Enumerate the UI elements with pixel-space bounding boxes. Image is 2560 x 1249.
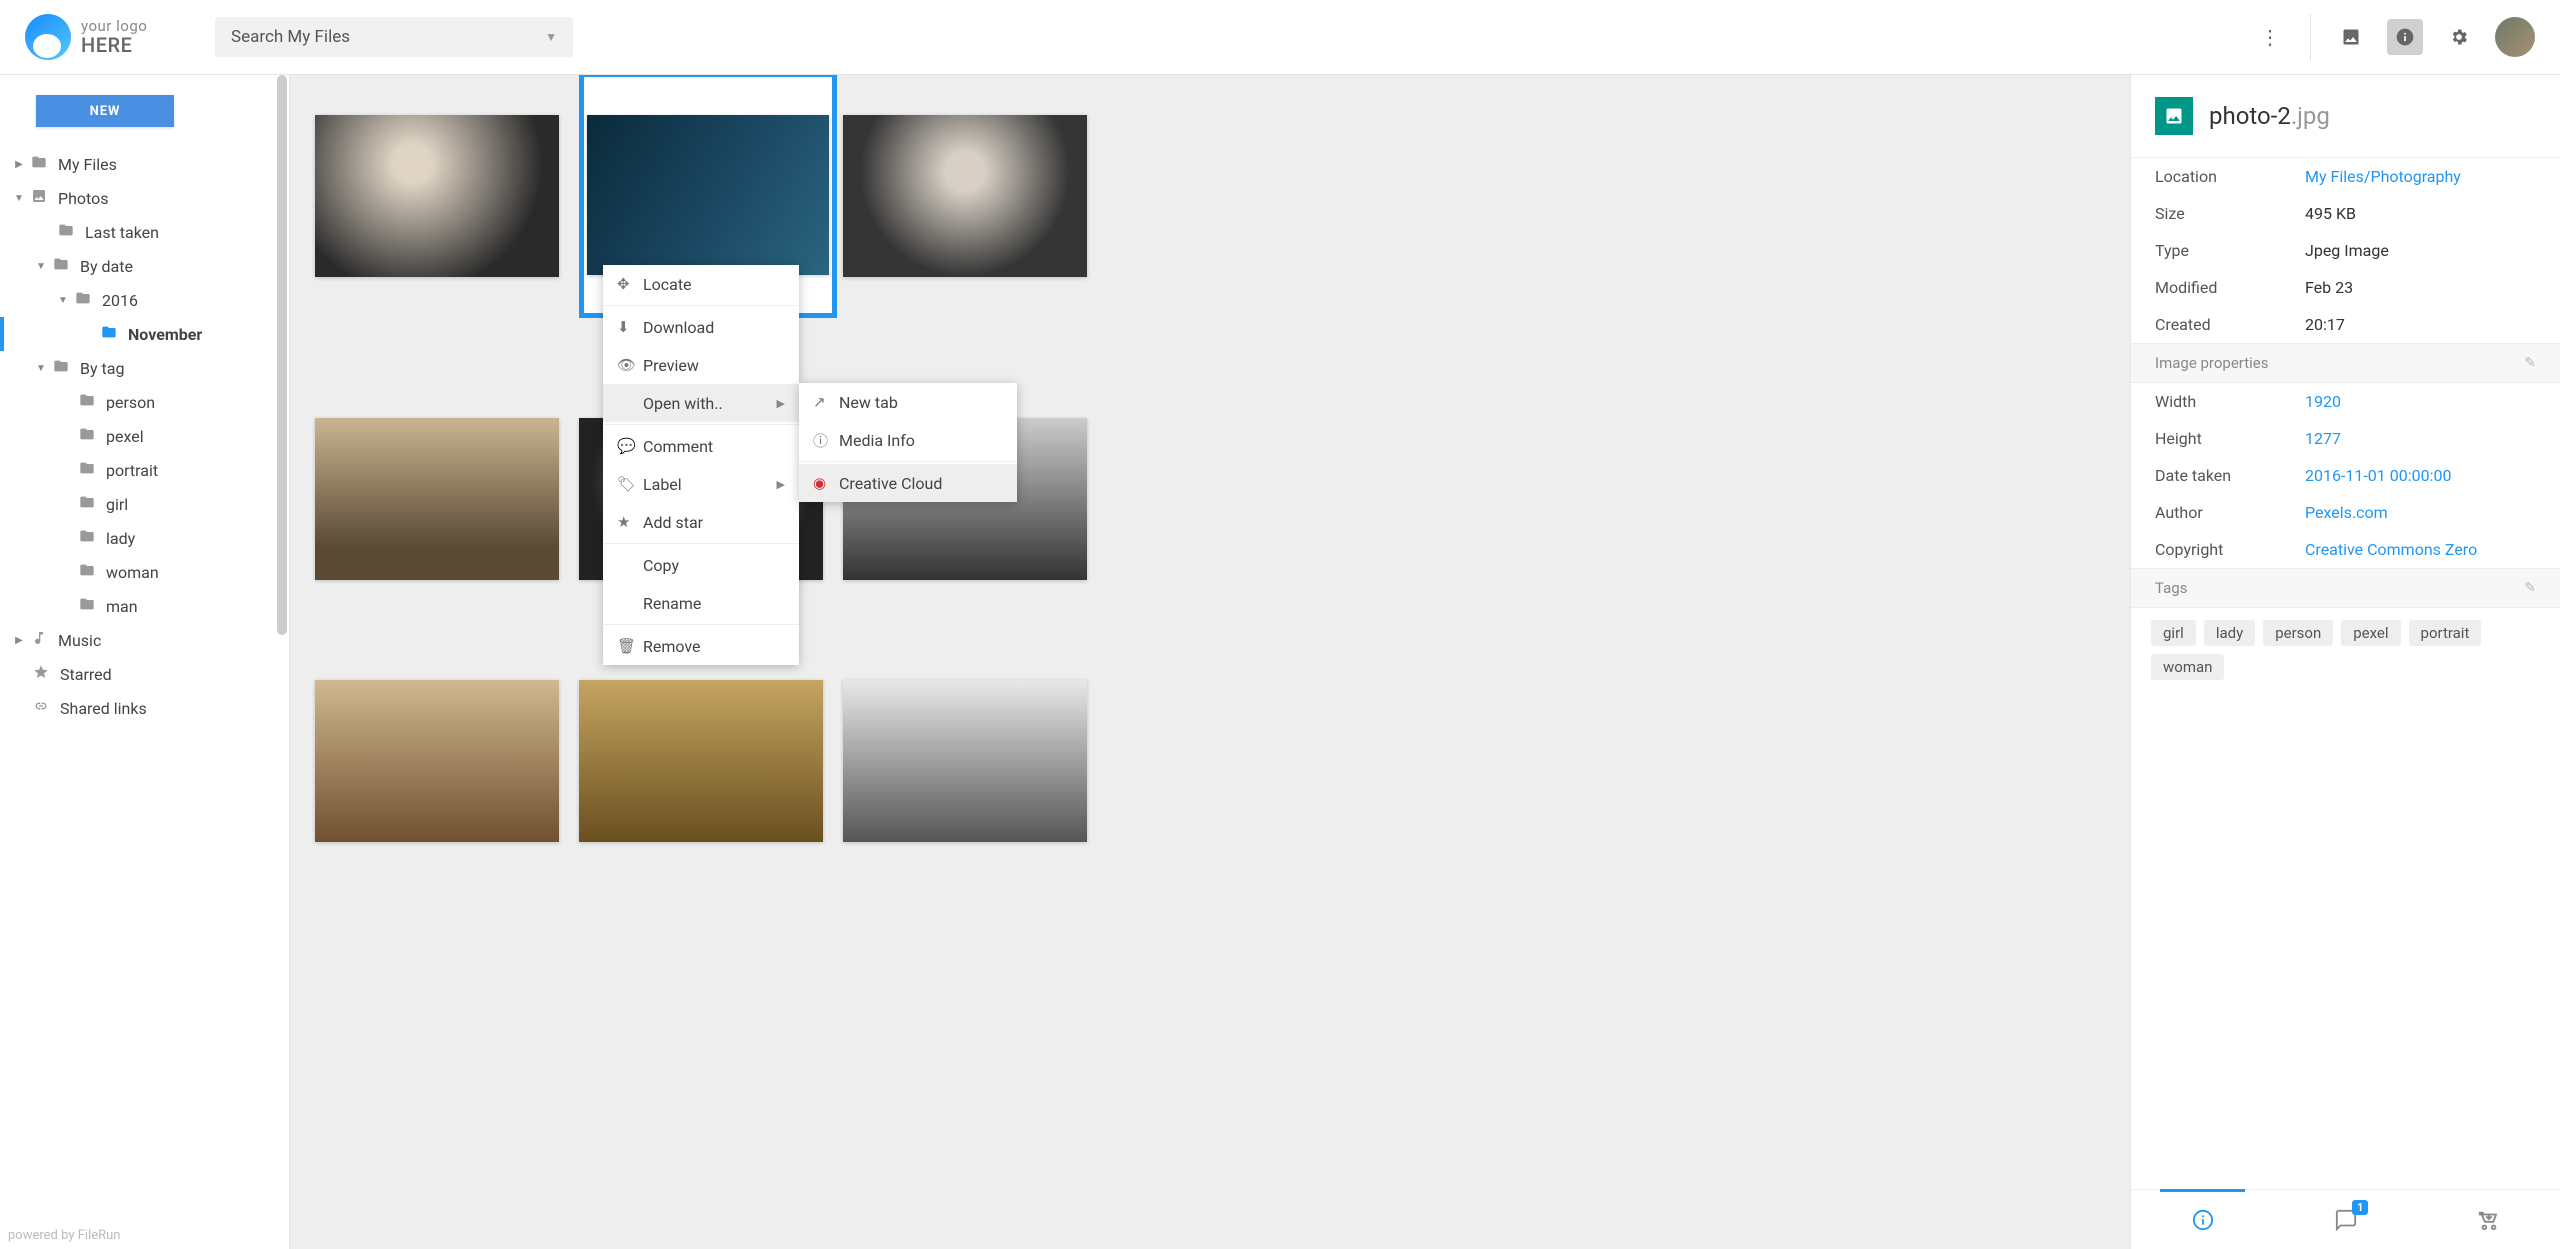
external-link-icon: ↗: [813, 393, 839, 411]
comment-badge: 1: [2352, 1200, 2368, 1215]
chevron-right-icon: ▶: [777, 478, 785, 491]
file-name: photo-2.jpg: [2209, 102, 2330, 130]
tab-cart[interactable]: [2417, 1190, 2560, 1249]
tree-tag-woman[interactable]: woman: [0, 555, 289, 589]
menu-remove[interactable]: 🗑Remove: [603, 627, 799, 665]
tags-list: girl lady person pexel portrait woman: [2131, 608, 2560, 692]
tree-tag-pexel[interactable]: pexel: [0, 419, 289, 453]
location-link[interactable]: My Files/Photography: [2305, 167, 2461, 186]
locate-icon: ✥: [617, 275, 643, 293]
logo[interactable]: your logoHERE: [25, 14, 215, 60]
gear-icon[interactable]: [2441, 19, 2477, 55]
logo-text: your logoHERE: [81, 18, 147, 57]
search-placeholder: Search My Files: [231, 27, 350, 47]
new-button[interactable]: NEW: [36, 95, 174, 127]
thumbnail[interactable]: [315, 418, 559, 580]
menu-add-star[interactable]: ★Add star: [603, 503, 799, 541]
tag-chip[interactable]: lady: [2204, 620, 2255, 646]
tag-chip[interactable]: pexel: [2341, 620, 2400, 646]
tree-my-files[interactable]: ▶My Files: [0, 147, 289, 181]
thumbnail[interactable]: [315, 680, 559, 842]
thumbnail[interactable]: [843, 680, 1087, 842]
tree-starred[interactable]: Starred: [0, 657, 289, 691]
star-icon: ★: [617, 513, 643, 531]
file-type-icon: [2155, 97, 2193, 135]
details-tabs: 1: [2131, 1189, 2560, 1249]
folder-tree: ▶My Files ▼Photos Last taken ▼By date ▼2…: [0, 147, 289, 725]
thumbnail[interactable]: [579, 680, 823, 842]
submenu-creative-cloud[interactable]: ◉Creative Cloud: [799, 464, 1017, 502]
app-header: your logoHERE Search My Files ▼ ⋮: [0, 0, 2560, 75]
menu-rename[interactable]: Rename: [603, 584, 799, 622]
tree-last-taken[interactable]: Last taken: [0, 215, 289, 249]
chevron-down-icon: ▼: [545, 30, 557, 44]
menu-label[interactable]: 🏷Label▶: [603, 465, 799, 503]
sidebar-scrollbar[interactable]: [277, 75, 287, 635]
eye-icon: 👁: [617, 356, 643, 374]
context-menu: ✥Locate ⬇Download 👁Preview Open with..▶ …: [603, 265, 799, 665]
adobe-icon: ◉: [813, 474, 839, 492]
context-submenu: ↗New tab ⓘMedia Info ◉Creative Cloud: [799, 383, 1017, 502]
tree-tag-man[interactable]: man: [0, 589, 289, 623]
edit-icon[interactable]: ✎: [2524, 580, 2536, 596]
tree-november[interactable]: November: [0, 317, 289, 351]
tag-chip[interactable]: woman: [2151, 654, 2224, 680]
tree-tag-lady[interactable]: lady: [0, 521, 289, 555]
menu-download[interactable]: ⬇Download: [603, 308, 799, 346]
tab-comments[interactable]: 1: [2274, 1190, 2417, 1249]
search-input[interactable]: Search My Files ▼: [215, 17, 573, 57]
download-icon: ⬇: [617, 318, 643, 336]
image-properties: Width1920 Height1277 Date taken2016-11-0…: [2131, 383, 2560, 568]
avatar[interactable]: [2495, 17, 2535, 57]
tag-chip[interactable]: person: [2263, 620, 2333, 646]
edit-icon[interactable]: ✎: [2524, 355, 2536, 371]
menu-open-with[interactable]: Open with..▶: [603, 384, 799, 422]
menu-locate[interactable]: ✥Locate: [603, 265, 799, 303]
trash-icon: 🗑: [617, 637, 643, 655]
tree-tag-person[interactable]: person: [0, 385, 289, 419]
thumbnail[interactable]: [843, 115, 1087, 277]
tree-by-tag[interactable]: ▼By tag: [0, 351, 289, 385]
logo-icon: [25, 14, 71, 60]
tree-tag-portrait[interactable]: portrait: [0, 453, 289, 487]
tags-header: Tags ✎: [2131, 568, 2560, 608]
menu-comment[interactable]: 💬Comment: [603, 427, 799, 465]
file-properties: LocationMy Files/Photography Size495 KB …: [2131, 158, 2560, 343]
tree-photos[interactable]: ▼Photos: [0, 181, 289, 215]
comment-icon: 💬: [617, 437, 643, 455]
tree-music[interactable]: ▶Music: [0, 623, 289, 657]
thumbnail-grid-area: [290, 75, 2130, 1249]
tree-2016[interactable]: ▼2016: [0, 283, 289, 317]
thumbnail-grid: [315, 115, 2105, 842]
menu-preview[interactable]: 👁Preview: [603, 346, 799, 384]
powered-by: powered by FileRun: [8, 1228, 120, 1243]
submenu-new-tab[interactable]: ↗New tab: [799, 383, 1017, 421]
tag-icon: 🏷: [617, 475, 643, 493]
image-properties-header: Image properties ✎: [2131, 343, 2560, 383]
tree-shared-links[interactable]: Shared links: [0, 691, 289, 725]
menu-copy[interactable]: Copy: [603, 546, 799, 584]
chevron-right-icon: ▶: [777, 397, 785, 410]
details-header: photo-2.jpg: [2131, 75, 2560, 158]
tree-tag-girl[interactable]: girl: [0, 487, 289, 521]
tab-info[interactable]: [2131, 1190, 2274, 1249]
more-icon[interactable]: ⋮: [2252, 19, 2288, 55]
tree-by-date[interactable]: ▼By date: [0, 249, 289, 283]
divider: [2310, 14, 2311, 60]
submenu-media-info[interactable]: ⓘMedia Info: [799, 421, 1017, 459]
info-panel-icon[interactable]: [2387, 19, 2423, 55]
tag-chip[interactable]: girl: [2151, 620, 2196, 646]
info-icon: ⓘ: [813, 430, 839, 451]
sidebar: NEW ▶My Files ▼Photos Last taken ▼By dat…: [0, 75, 290, 1249]
header-actions: ⋮: [2252, 14, 2535, 60]
details-panel: photo-2.jpg LocationMy Files/Photography…: [2130, 75, 2560, 1249]
tag-chip[interactable]: portrait: [2409, 620, 2482, 646]
thumbnail[interactable]: [315, 115, 559, 277]
image-view-icon[interactable]: [2333, 19, 2369, 55]
